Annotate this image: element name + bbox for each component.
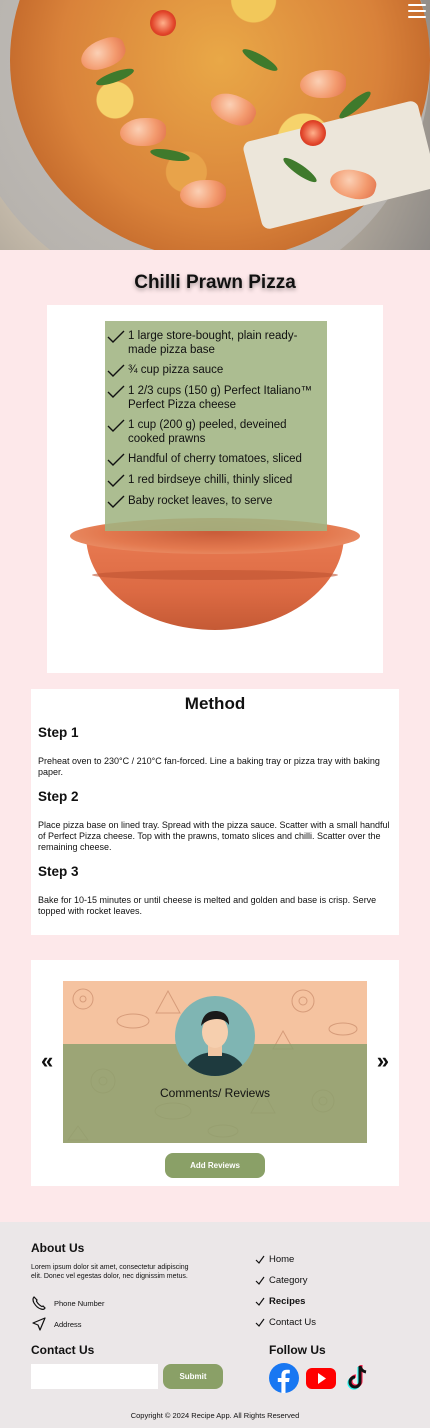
ingredient-item: 1 red birdseye chilli, thinly sliced <box>105 474 327 488</box>
footer-link-label: Recipes <box>269 1296 306 1307</box>
submit-button[interactable]: Submit <box>163 1364 223 1389</box>
reviews-carousel-slide[interactable]: Comments/ Reviews <box>63 981 367 1143</box>
checkmark-icon <box>255 1255 265 1264</box>
step-title: Step 3 <box>38 864 79 879</box>
checkmark-icon <box>255 1318 265 1327</box>
checkmark-icon <box>255 1276 265 1285</box>
ingredient-text: Baby rocket leaves, to serve <box>128 495 273 507</box>
prawn-graphic <box>300 70 346 98</box>
prev-slide-button[interactable]: « <box>41 1048 53 1074</box>
step-title: Step 1 <box>38 725 79 740</box>
ingredient-item: 1 cup (200 g) peeled, deveined cooked pr… <box>105 419 327 446</box>
phone-label: Phone Number <box>54 1298 105 1308</box>
ingredient-item: ¾ cup pizza sauce <box>105 364 327 378</box>
hero-image <box>0 0 430 250</box>
phone-contact[interactable]: Phone Number <box>31 1295 104 1311</box>
contact-heading: Contact Us <box>31 1343 95 1357</box>
footer-link-label: Category <box>269 1275 308 1286</box>
footer-link-recipes[interactable]: Recipes <box>255 1291 316 1312</box>
bowl-image <box>70 518 360 630</box>
footer-link-contact-us[interactable]: Contact Us <box>255 1312 316 1333</box>
address-label: Address <box>54 1319 82 1329</box>
method-heading: Method <box>184 694 246 713</box>
footer-nav: Home Category Recipes Contact Us <box>255 1249 316 1333</box>
step-text: Bake for 10-15 minutes or until cheese i… <box>38 895 377 916</box>
ingredient-text: 1 large store-bought, plain ready-made p… <box>128 330 298 356</box>
ingredient-text: Handful of cherry tomatoes, sliced <box>128 453 302 465</box>
contact-input[interactable] <box>31 1364 158 1389</box>
step-text: Place pizza base on lined tray. Spread w… <box>38 820 390 852</box>
footer-link-category[interactable]: Category <box>255 1270 316 1291</box>
ingredient-item: Handful of cherry tomatoes, sliced <box>105 453 327 467</box>
step-title: Step 2 <box>38 789 79 804</box>
add-reviews-button[interactable]: Add Reviews <box>165 1153 265 1178</box>
step-text: Preheat oven to 230°C / 210°C fan-forced… <box>38 756 380 777</box>
copyright-text: Copyright © 2024 Recipe App. All Rights … <box>130 1411 300 1420</box>
send-location-icon <box>32 1317 46 1331</box>
tomato-graphic <box>300 120 326 146</box>
phone-icon <box>32 1296 46 1310</box>
ingredient-text: 1 cup (200 g) peeled, deveined cooked pr… <box>128 419 287 445</box>
checkmark-icon <box>107 419 125 432</box>
checkmark-icon <box>107 364 125 377</box>
checkmark-icon <box>107 474 125 487</box>
facebook-icon[interactable] <box>269 1363 299 1393</box>
tomato-graphic <box>150 10 176 36</box>
footer-link-label: Home <box>269 1254 295 1265</box>
ingredients-list: 1 large store-bought, plain ready-made p… <box>105 321 327 531</box>
about-heading: About Us <box>31 1241 85 1255</box>
address-contact[interactable]: Address <box>31 1316 82 1332</box>
method-card: Method Step 1 Preheat oven to 230°C / 21… <box>31 689 399 935</box>
footer-link-label: Contact Us <box>269 1317 316 1328</box>
checkmark-icon <box>107 330 125 343</box>
hamburger-menu-icon[interactable] <box>408 4 426 20</box>
checkmark-icon <box>107 495 125 508</box>
follow-heading: Follow Us <box>269 1343 326 1357</box>
reviews-card: « Comments/ Reviews » Add Reviews <box>31 960 399 1186</box>
checkmark-icon <box>107 385 125 398</box>
slide-label: Comments/ Reviews <box>159 1086 271 1100</box>
ingredient-item: Baby rocket leaves, to serve <box>105 495 327 509</box>
avatar <box>175 996 255 1076</box>
ingredients-card: 1 large store-bought, plain ready-made p… <box>47 305 383 673</box>
about-text: Lorem ipsum dolor sit amet, consectetur … <box>31 1264 189 1280</box>
tiktok-icon[interactable] <box>343 1363 373 1393</box>
checkmark-icon <box>255 1297 265 1306</box>
youtube-icon[interactable] <box>306 1363 336 1393</box>
prawn-graphic <box>120 118 166 146</box>
footer-link-home[interactable]: Home <box>255 1249 316 1270</box>
footer: About Us Lorem ipsum dolor sit amet, con… <box>0 1222 430 1428</box>
ingredient-text: 1 2/3 cups (150 g) Perfect Italiano™ Per… <box>128 385 313 411</box>
ingredient-item: 1 2/3 cups (150 g) Perfect Italiano™ Per… <box>105 385 327 412</box>
ingredient-item: 1 large store-bought, plain ready-made p… <box>105 330 327 357</box>
checkmark-icon <box>107 453 125 466</box>
next-slide-button[interactable]: » <box>377 1048 389 1074</box>
recipe-title: Chilli Prawn Pizza <box>134 272 296 293</box>
ingredient-text: ¾ cup pizza sauce <box>128 364 224 376</box>
ingredient-text: 1 red birdseye chilli, thinly sliced <box>128 474 293 486</box>
prawn-graphic <box>180 180 226 208</box>
